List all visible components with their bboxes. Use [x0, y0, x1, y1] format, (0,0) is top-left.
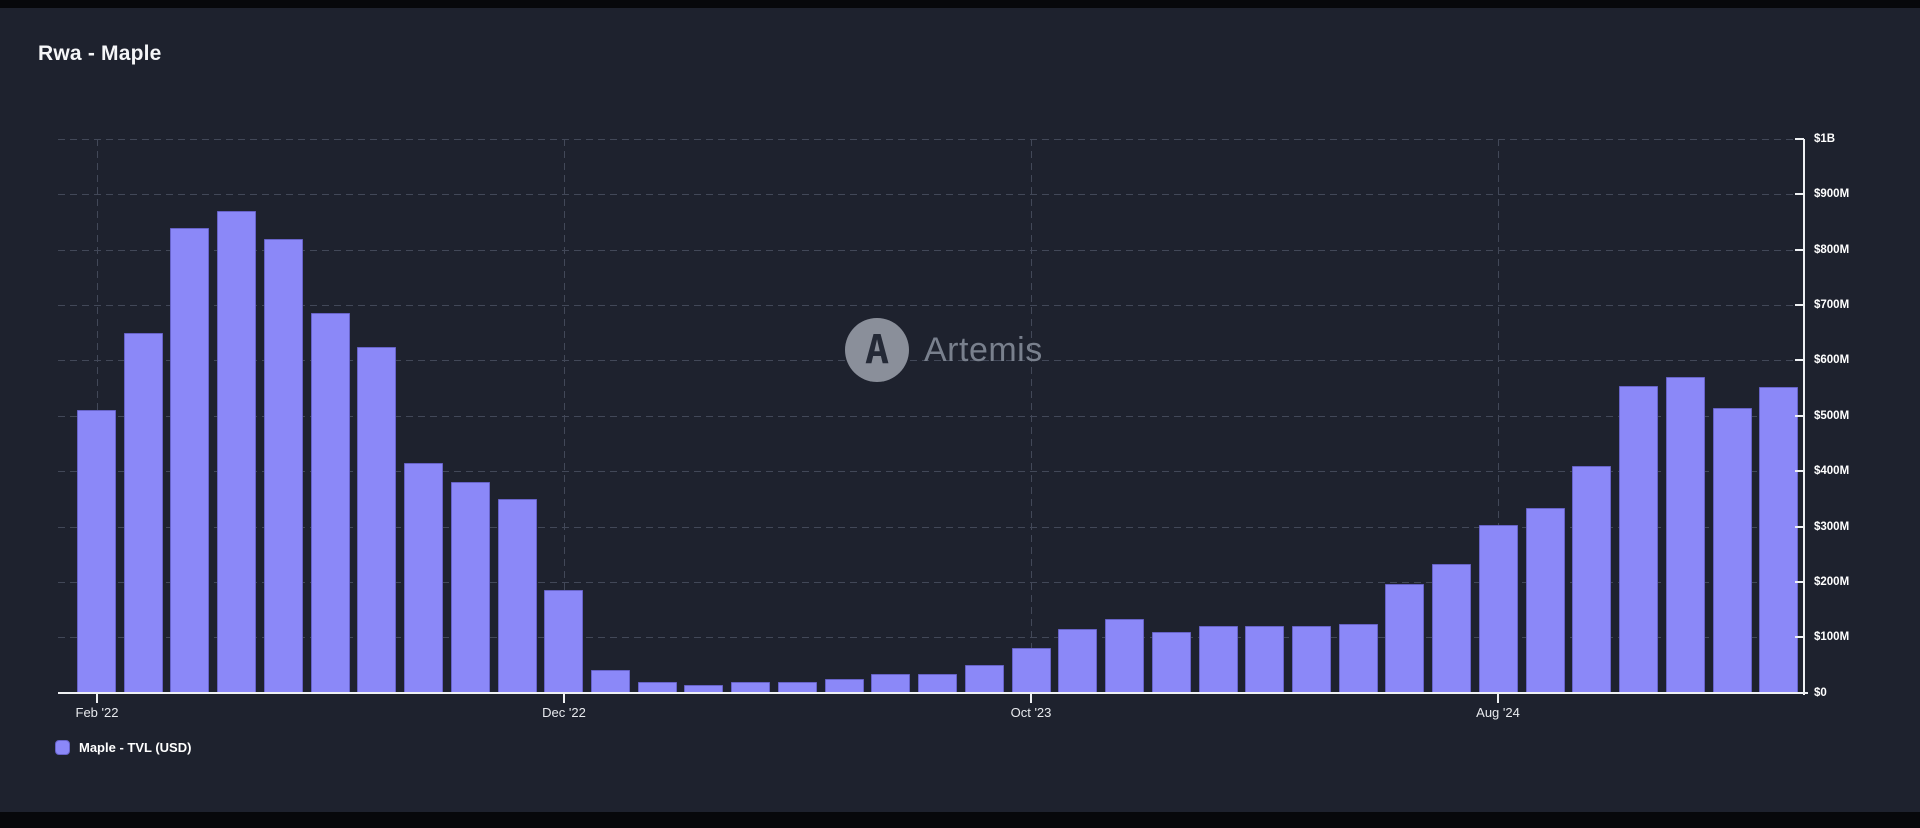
legend-label-maple-tvl[interactable]: Maple - TVL (USD) — [79, 740, 191, 755]
legend-swatch-maple-tvl[interactable] — [55, 740, 70, 755]
bar-nov-24[interactable] — [1619, 386, 1658, 692]
bar-jul-22[interactable] — [311, 313, 350, 692]
bar-sep-23[interactable] — [965, 665, 1004, 693]
y-axis-label: $600M — [1814, 354, 1849, 366]
y-axis-label: $0 — [1814, 687, 1827, 699]
bar-may-22[interactable] — [217, 211, 256, 693]
y-axis-tick — [1795, 359, 1804, 361]
gridline-horizontal — [58, 139, 1803, 140]
bar-dec-24[interactable] — [1666, 377, 1705, 693]
y-axis-label: $200M — [1814, 576, 1849, 588]
y-axis-tick — [1795, 415, 1804, 417]
y-axis-tick — [1795, 304, 1804, 306]
artemis-watermark-text: Artemis — [924, 331, 1043, 370]
bar-jun-23[interactable] — [825, 679, 864, 692]
y-axis-label: $700M — [1814, 299, 1849, 311]
bar-jul-24[interactable] — [1432, 564, 1471, 692]
gridline-horizontal — [58, 250, 1803, 251]
y-axis-label: $400M — [1814, 465, 1849, 477]
x-axis-label: Oct '23 — [1011, 705, 1052, 720]
x-axis-tick — [1030, 694, 1032, 703]
bar-apr-22[interactable] — [170, 228, 209, 693]
bar-aug-23[interactable] — [918, 674, 957, 693]
bar-oct-22[interactable] — [451, 482, 490, 692]
y-axis-tick — [1795, 470, 1804, 472]
gridline-horizontal — [58, 305, 1803, 306]
y-axis-label: $500M — [1814, 410, 1849, 422]
bar-aug-24[interactable] — [1479, 525, 1518, 692]
bar-jul-23[interactable] — [871, 674, 910, 693]
chart-legend: Maple - TVL (USD) — [55, 740, 191, 755]
bar-aug-22[interactable] — [357, 347, 396, 693]
x-axis-tick — [1497, 694, 1499, 703]
x-axis-label: Feb '22 — [76, 705, 119, 720]
y-axis-tick — [1795, 526, 1804, 528]
y-axis-label: $800M — [1814, 244, 1849, 256]
bar-mar-24[interactable] — [1245, 626, 1284, 692]
gridline-horizontal — [58, 194, 1803, 195]
bar-sep-24[interactable] — [1526, 508, 1565, 692]
bar-nov-22[interactable] — [498, 499, 537, 693]
bar-oct-24[interactable] — [1572, 466, 1611, 693]
bar-oct-23[interactable] — [1012, 648, 1051, 692]
y-axis-tick — [1795, 636, 1804, 638]
x-axis-label: Aug '24 — [1476, 705, 1520, 720]
artemis-logo-letter: A — [865, 327, 889, 373]
y-axis-tick — [1795, 138, 1804, 140]
y-axis-tick — [1795, 193, 1804, 195]
bar-jun-22[interactable] — [264, 239, 303, 693]
artemis-logo-icon: A — [845, 318, 909, 382]
y-axis-tick — [1795, 581, 1804, 583]
x-axis-label: Dec '22 — [542, 705, 586, 720]
bar-nov-23[interactable] — [1058, 629, 1097, 693]
bar-feb-24[interactable] — [1199, 626, 1238, 692]
y-axis-label: $900M — [1814, 188, 1849, 200]
y-axis-label: $1B — [1814, 133, 1835, 145]
bar-feb-25[interactable] — [1759, 387, 1798, 693]
y-axis-label: $300M — [1814, 521, 1849, 533]
bar-jan-23[interactable] — [591, 670, 630, 692]
y-axis-tick — [1795, 249, 1804, 251]
bar-chart-plot-area: Feb '22 Dec '22 Oct '23 Aug '24 $0 $100M $200M… — [0, 0, 1920, 828]
bar-jun-24[interactable] — [1385, 584, 1424, 693]
bar-jan-25[interactable] — [1713, 408, 1752, 693]
bar-dec-22[interactable] — [544, 590, 583, 692]
x-axis-tick — [563, 694, 565, 703]
bar-mar-22[interactable] — [124, 333, 163, 693]
bar-may-24[interactable] — [1339, 624, 1378, 692]
y-axis-label: $100M — [1814, 631, 1849, 643]
artemis-watermark: A Artemis — [845, 318, 1043, 382]
bar-dec-23[interactable] — [1105, 619, 1144, 692]
bar-jan-24[interactable] — [1152, 632, 1191, 693]
x-axis-tick — [96, 694, 98, 703]
x-axis-line — [58, 692, 1808, 694]
bar-feb-22[interactable] — [77, 410, 116, 692]
gridline-vertical — [1031, 139, 1032, 693]
bar-apr-24[interactable] — [1292, 626, 1331, 692]
bar-sep-22[interactable] — [404, 463, 443, 693]
y-axis-tick — [1795, 692, 1804, 694]
